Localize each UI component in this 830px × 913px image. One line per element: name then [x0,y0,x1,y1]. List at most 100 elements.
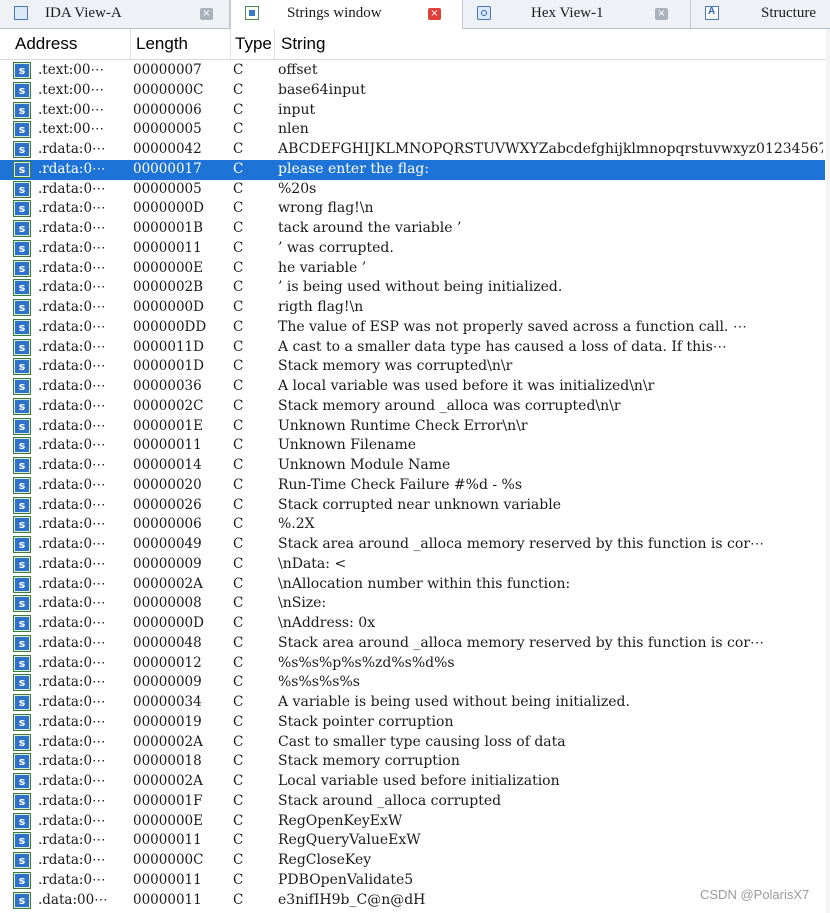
table-row[interactable]: s .text:00⋯ 00000005 Cnlen [0,120,825,140]
table-row[interactable]: s .rdata:0⋯ 0000001E C Unknown Runtime Check… [0,417,825,437]
table-row[interactable]: s .rdata:0⋯ 00000005 C %20s [0,180,825,200]
address-cell: .rdata:0⋯ [38,496,106,513]
string-type-icon: s [13,397,31,415]
address-cell: .rdata:0⋯ [38,299,106,315]
close-icon[interactable]: × [655,8,668,20]
type-cell: C [233,318,244,335]
column-header-type[interactable]: Type [235,29,272,59]
string-cell: A local variable was used before it was … [278,378,655,394]
table-row[interactable]: s .rdata:0⋯ 00000006 C %.2X [0,515,825,535]
table-row[interactable]: s .rdata:0⋯ 00000019 C Stack pointer corrupt… [0,713,825,733]
column-divider[interactable] [230,29,231,59]
table-row[interactable]: s .rdata:0⋯ 00000012 C %s%s%p%s%zd%s%d%s [0,654,825,674]
length-cell: 00000034 [133,694,202,710]
table-row[interactable]: s .rdata:0⋯ 0000002A C Cast to smaller type … [0,733,825,753]
table-row[interactable]: s .rdata:0⋯ 0000000D Crigth flag!\n [0,298,825,318]
address-cell: .rdata:0⋯ [38,239,106,256]
string-cell: nlen [278,121,309,138]
length-cell: 0000000E [133,812,203,829]
table-row[interactable]: s .rdata:0⋯ 00000008 C \nSize: [0,594,825,614]
column-header-string[interactable]: String [281,29,325,59]
tab-ida-view-a[interactable]: IDA View-A × [0,0,230,28]
column-header-length[interactable]: Length [136,29,188,59]
table-row[interactable]: s .rdata:0⋯ 0000000D C \nAddress: 0x [0,614,825,634]
table-row[interactable]: s .rdata:0⋯ 00000011 C RegQueryValueExW [0,831,825,851]
string-type-icon: s [13,318,31,336]
string-icon-glyph: s [15,123,29,137]
string-icon-glyph: s [15,676,29,690]
table-row[interactable]: s .rdata:0⋯ 00000034 C A variable is being u… [0,693,825,713]
type-cell: C [233,516,244,533]
string-cell: %.2X [278,516,315,533]
table-row[interactable]: s .rdata:0⋯ 00000011 C ’ was corrupted. [0,239,825,259]
string-icon-glyph: s [15,419,29,433]
length-cell: 00000020 [133,476,202,493]
table-row[interactable]: s .rdata:0⋯ 0000002A C \nAllocation number w… [0,575,825,595]
type-cell: C [233,358,244,375]
tab-hex-view-1[interactable]: Hex View-1 × [463,0,691,28]
table-row[interactable]: s .rdata:0⋯ 00000048 C Stack area around _al… [0,634,825,654]
string-icon-glyph: s [15,498,29,512]
column-divider[interactable] [274,29,275,59]
table-row[interactable]: s .rdata:0⋯ 0000001D C Stack memory was corr… [0,357,825,377]
type-cell: C [233,239,244,256]
table-row[interactable]: s .rdata:0⋯ 0000000C C RegCloseKey [0,851,825,871]
address-cell: .rdata:0⋯ [38,694,106,710]
string-type-icon: s [13,121,31,139]
table-row[interactable]: s .text:00⋯ 00000007 Coffset [0,61,825,81]
table-row[interactable]: s .rdata:0⋯ 0000002C C Stack memory around _… [0,397,825,417]
close-icon[interactable]: × [428,8,441,20]
table-row[interactable]: s .rdata:0⋯ 0000001F C Stack around _alloca … [0,792,825,812]
string-icon-glyph: s [15,241,29,255]
table-row[interactable]: s .rdata:0⋯ 00000011 C Unknown Filename [0,436,825,456]
table-row[interactable]: s .rdata:0⋯ 0000000E C RegOpenKeyExW [0,812,825,832]
close-icon[interactable]: × [200,8,213,20]
string-cell: RegQueryValueExW [278,832,421,849]
table-row[interactable]: s .rdata:0⋯ 0000000E Che variable ’ [0,259,825,279]
tab-strings-window[interactable]: Strings window × [230,0,463,29]
column-divider[interactable] [130,29,131,59]
table-row[interactable]: s .rdata:0⋯ 0000001B Ctack around the varia… [0,219,825,239]
address-cell: .rdata:0⋯ [38,476,106,493]
string-cell: Stack around _alloca corrupted [278,792,502,809]
table-row[interactable]: s .rdata:0⋯ 0000002B C ’ is being used witho… [0,278,825,298]
string-icon-glyph: s [15,854,29,867]
table-row[interactable]: s .rdata:0⋯ 000000DD C The value of ESP was … [0,318,825,338]
table-row[interactable]: s .rdata:0⋯ 00000018 C Stack memory corrupti… [0,752,825,772]
string-icon-glyph: s [15,735,29,749]
table-row[interactable]: s .text:00⋯ 0000000C Cbase64input [0,81,825,101]
string-icon-glyph: s [15,656,29,670]
address-cell: .rdata:0⋯ [38,259,106,276]
length-cell: 0000001F [133,792,203,809]
address-cell: .rdata:0⋯ [38,378,106,394]
table-row[interactable]: s .rdata:0⋯ 0000000D Cwrong flag!\n [0,199,825,219]
string-type-icon: s [13,279,31,297]
table-row[interactable]: s .rdata:0⋯ 0000002A C Local variable used b… [0,772,825,792]
table-row[interactable]: s .rdata:0⋯ 00000009 C \nData: < [0,555,825,575]
string-icon-glyph: s [15,380,29,393]
address-cell: .rdata:0⋯ [38,417,106,434]
table-row[interactable]: s .rdata:0⋯ 00000017 Cplease enter the flag… [0,159,825,180]
table-row[interactable]: s .rdata:0⋯ 00000009 C %s%s%s%s [0,673,825,693]
type-cell: C [233,220,244,236]
string-icon-glyph: s [15,715,29,729]
length-cell: 0000002A [133,575,203,592]
address-cell: .rdata:0⋯ [38,279,106,296]
table-row[interactable]: s .rdata:0⋯ 0000011D C A cast to a smaller d… [0,338,825,358]
length-cell: 0000002B [133,279,204,296]
table-row[interactable]: s .rdata:0⋯ 00000042 C ABCDEFGHIJKLMNOPQRSTU… [0,140,825,160]
table-row[interactable]: s .rdata:0⋯ 00000014 C Unknown Module Name [0,456,825,476]
column-header-address[interactable]: Address [15,29,77,59]
table-row[interactable]: s .rdata:0⋯ 00000020 C Run-Time Check Failur… [0,476,825,496]
tab-structures[interactable]: Structure [691,0,830,28]
table-row[interactable]: s .rdata:0⋯ 00000049 C Stack area around _al… [0,535,825,555]
string-cell: offset [278,62,318,78]
string-icon-glyph: s [15,557,29,571]
table-row[interactable]: s .text:00⋯ 00000006 Cinput [0,101,825,121]
scrollbar-track[interactable] [826,29,830,913]
table-row[interactable]: s .rdata:0⋯ 00000036 C A local variable was … [0,377,825,397]
length-cell: 00000011 [133,891,202,908]
address-cell: .rdata:0⋯ [38,634,106,651]
string-cell: Local variable used before initializatio… [278,773,560,789]
table-row[interactable]: s .rdata:0⋯ 00000026 C Stack corrupted near … [0,496,825,516]
